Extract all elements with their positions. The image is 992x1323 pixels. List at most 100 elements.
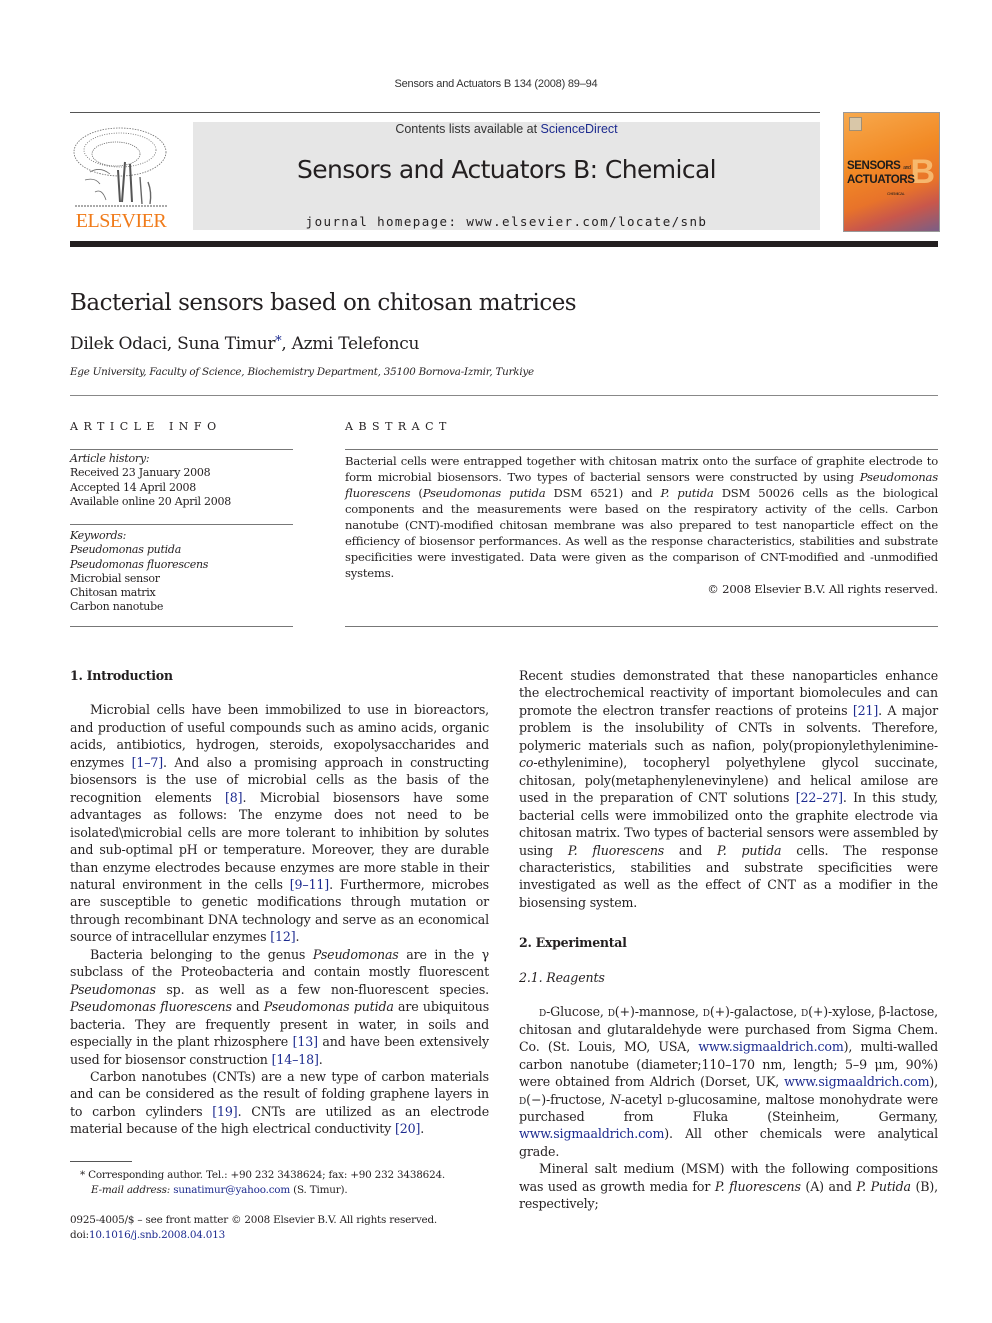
keyword: Microbial sensor bbox=[70, 571, 160, 585]
footnote-rule bbox=[70, 1161, 132, 1162]
journal-homepage[interactable]: journal homepage: www.elsevier.com/locat… bbox=[193, 214, 820, 229]
abstract-rule bbox=[345, 449, 938, 450]
article-info-rule bbox=[70, 449, 293, 450]
author-separator: , bbox=[281, 334, 292, 354]
body-paragraph: d-Glucose, d(+)-mannose, d(+)-galactose,… bbox=[519, 1003, 938, 1160]
keyword: Chitosan matrix bbox=[70, 586, 156, 600]
citation-link[interactable]: www.sigmaaldrich.com bbox=[519, 1126, 664, 1141]
citation-link[interactable]: [1–7] bbox=[132, 755, 164, 770]
text-run: (−)-fructose, bbox=[526, 1091, 610, 1107]
italic-term: P. fluorescens bbox=[567, 842, 665, 858]
cover-publisher-badge bbox=[849, 117, 862, 131]
citation-link[interactable]: www.sigmaaldrich.com bbox=[698, 1039, 843, 1054]
text-run: ( bbox=[410, 486, 423, 500]
keywords-label: Keywords: bbox=[70, 529, 127, 542]
citation-link[interactable]: [9–11] bbox=[290, 877, 329, 892]
footnote-email-line: E-mail address: sunatimur@yahoo.com (S. … bbox=[70, 1183, 490, 1198]
text-run: and bbox=[664, 842, 718, 858]
italic-term: P. fluorescens bbox=[714, 1178, 801, 1194]
doi-line: doi:10.1016/j.snb.2008.04.013 bbox=[70, 1228, 490, 1243]
masthead-thick-rule bbox=[70, 241, 938, 247]
italic-term: Pseudomonas bbox=[70, 981, 156, 997]
text-run: . bbox=[420, 1121, 425, 1137]
citation-link[interactable]: [14–18] bbox=[272, 1052, 319, 1067]
italic-term: Pseudomonas bbox=[312, 946, 399, 962]
article-title: Bacterial sensors based on chitosan matr… bbox=[70, 290, 577, 316]
small-caps-prefix: d bbox=[607, 1004, 615, 1020]
small-caps-prefix: d bbox=[702, 1004, 710, 1020]
cover-title-line2: ACTUATORS bbox=[847, 174, 915, 186]
footnote: * Corresponding author. Tel.: +90 232 34… bbox=[70, 1168, 490, 1197]
cover-title-and: and bbox=[903, 165, 911, 171]
citation-link[interactable]: [19] bbox=[212, 1104, 237, 1119]
text-run: . bbox=[295, 929, 300, 945]
citation-link[interactable]: [20] bbox=[395, 1121, 420, 1136]
article-info-bottom-rule bbox=[70, 626, 293, 627]
email-suffix: (S. Timur). bbox=[290, 1183, 348, 1196]
doi-label: doi: bbox=[70, 1228, 89, 1241]
citation-link[interactable]: [22–27] bbox=[796, 790, 843, 805]
text-run: (A) and bbox=[800, 1178, 857, 1194]
article-history: Article history: Received 23 January 200… bbox=[70, 452, 293, 509]
body-paragraph: Recent studies demonstrated that these n… bbox=[519, 667, 938, 911]
title-bottom-rule bbox=[70, 395, 938, 396]
keyword: Pseudomonas putida bbox=[70, 543, 182, 557]
article-info-heading: ARTICLE INFO bbox=[70, 420, 222, 433]
history-accepted: Accepted 14 April 2008 bbox=[70, 480, 197, 494]
author-name[interactable]: Suna Timur bbox=[177, 334, 275, 354]
italic-term: co bbox=[519, 755, 534, 771]
footnote-text: Corresponding author. Tel.: +90 232 3438… bbox=[88, 1169, 445, 1181]
citation-link[interactable]: [21] bbox=[853, 703, 878, 718]
keywords: Keywords: Pseudomonas putida Pseudomonas… bbox=[70, 529, 293, 615]
abstract-heading: ABSTRACT bbox=[345, 420, 452, 433]
citation-link[interactable]: [13] bbox=[293, 1034, 318, 1049]
keyword: Carbon nanotube bbox=[70, 600, 164, 614]
citation-link[interactable]: www.sigmaaldrich.com bbox=[784, 1074, 929, 1089]
author-separator: , bbox=[166, 334, 178, 354]
elsevier-wordmark[interactable]: ELSEVIER bbox=[70, 210, 172, 233]
history-online: Available online 20 April 2008 bbox=[70, 494, 232, 508]
text-run: (+)-galactose, bbox=[709, 1004, 802, 1020]
text-run: -Glucose, bbox=[546, 1004, 608, 1020]
cover-title-line1: SENSORS bbox=[847, 160, 901, 172]
running-head: Sensors and Actuators B 134 (2008) 89–94 bbox=[394, 78, 598, 90]
author-name[interactable]: Dilek Odaci bbox=[70, 334, 167, 354]
text-run: DSM 6521) and bbox=[545, 486, 661, 500]
doi-link[interactable]: 10.1016/j.snb.2008.04.013 bbox=[89, 1229, 225, 1241]
issn-line: 0925-4005/$ – see front matter © 2008 El… bbox=[70, 1214, 438, 1226]
keyword: Pseudomonas fluorescens bbox=[70, 557, 209, 571]
history-received: Received 23 January 2008 bbox=[70, 466, 211, 480]
footnote-mark: * bbox=[80, 1169, 85, 1181]
cover-title: SENSORS and ACTUATORS CHEMICAL bbox=[847, 160, 915, 200]
italic-term: Pseudomonas putida bbox=[422, 486, 546, 500]
journal-cover-image[interactable]: B SENSORS and ACTUATORS CHEMICAL bbox=[843, 112, 940, 232]
article-history-label: Article history: bbox=[70, 452, 150, 465]
section-heading: 1. Introduction bbox=[70, 668, 173, 683]
text-run: Bacterial cells were entrapped together … bbox=[345, 454, 938, 484]
cover-subtitle: CHEMICAL bbox=[887, 191, 905, 196]
footnote-corresponding: * Corresponding author. Tel.: +90 232 34… bbox=[70, 1168, 490, 1183]
citation-link[interactable]: [8] bbox=[225, 790, 243, 805]
text-run: . bbox=[318, 1051, 323, 1067]
abstract-bottom-rule bbox=[345, 626, 938, 627]
author-name[interactable]: Azmi Telefoncu bbox=[292, 334, 420, 354]
text-run: and bbox=[231, 999, 264, 1015]
section-heading: 2. Experimental bbox=[519, 935, 627, 951]
text-run: -acetyl bbox=[620, 1091, 667, 1107]
author-list: Dilek Odaci, Suna Timur*, Azmi Telefoncu bbox=[70, 334, 419, 354]
italic-term: Pseudomonas putida bbox=[263, 999, 394, 1015]
subsection-heading: 2.1. Reagents bbox=[519, 969, 605, 985]
sciencedirect-link[interactable]: ScienceDirect bbox=[541, 122, 618, 136]
text-run: ), bbox=[929, 1074, 938, 1090]
body-paragraph: Carbon nanotubes (CNTs) are a new type o… bbox=[70, 1068, 489, 1138]
email-link[interactable]: sunatimur@yahoo.com bbox=[173, 1184, 290, 1196]
email-label: E-mail address: bbox=[91, 1183, 171, 1196]
contents-line: Contents lists available at ScienceDirec… bbox=[193, 122, 820, 136]
citation-link[interactable]: [12] bbox=[270, 929, 295, 944]
issn-footer: 0925-4005/$ – see front matter © 2008 El… bbox=[70, 1213, 490, 1242]
abstract-body: Bacterial cells were entrapped together … bbox=[345, 453, 938, 597]
contents-prefix: Contents lists available at bbox=[395, 122, 541, 136]
text-run: DSM 50026 cells as the biological compon… bbox=[345, 486, 938, 580]
abstract-copyright: © 2008 Elsevier B.V. All rights reserved… bbox=[707, 582, 938, 596]
italic-term: P. putida bbox=[660, 486, 714, 500]
